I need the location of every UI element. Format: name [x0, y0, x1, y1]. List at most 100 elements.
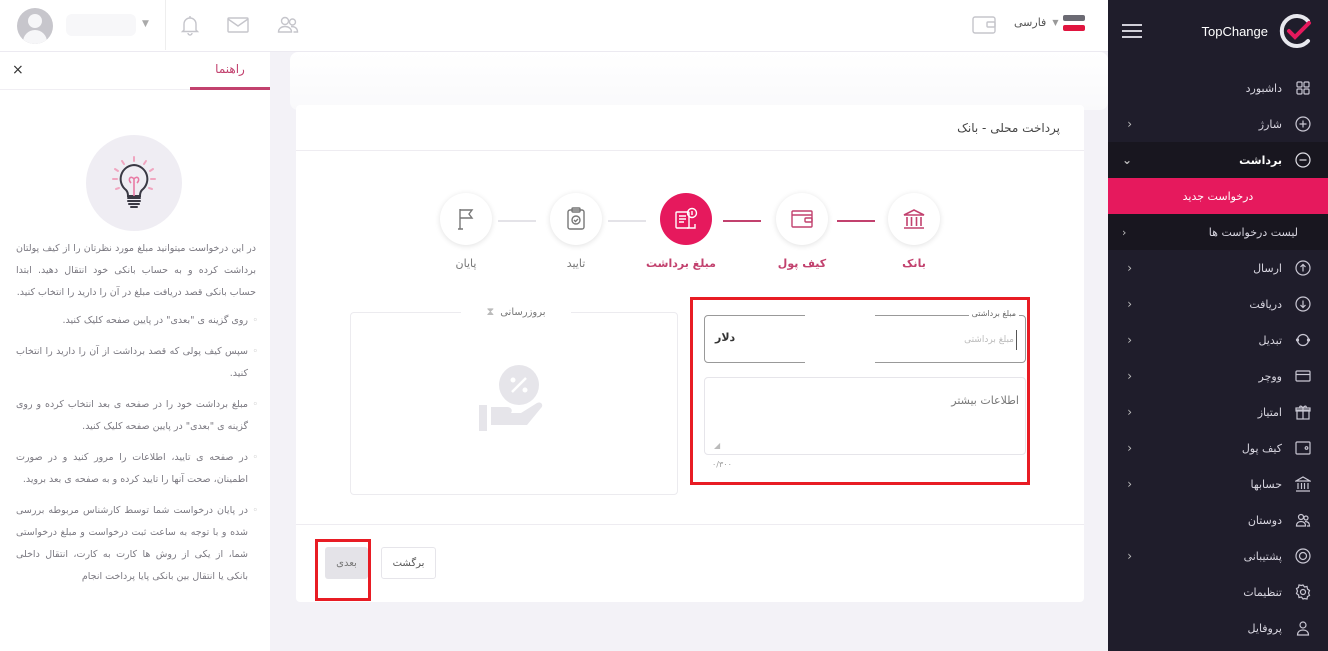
step-connector	[837, 220, 875, 222]
sidebar-menu: داشبورد شارژ ‹ برداشت ⌄ درخواست جدید لیس…	[1108, 70, 1328, 646]
resize-handle-icon[interactable]: ◢	[714, 441, 720, 450]
progress-stepper: پایان تایید مبلغ برداشت کیف پول بانک	[436, 193, 956, 273]
user-menu-caret-icon[interactable]: ▼	[142, 19, 149, 29]
help-step: در صفحه ی تایید، اطلاعات را مرور کنید و …	[16, 447, 258, 491]
user-avatar[interactable]	[17, 8, 53, 44]
amount-form: مبلغ برداشتی دلار ◢ ۰/۳۰۰	[702, 309, 1027, 482]
chevron-left-icon: ‹	[1122, 225, 1127, 239]
sidebar-item-receive[interactable]: دریافت ‹	[1108, 286, 1328, 322]
sidebar-item-label: تبدیل	[1258, 333, 1282, 347]
language-selector[interactable]: ▼ فارسی	[1014, 16, 1058, 29]
wallet-icon[interactable]	[972, 15, 996, 35]
sidebar-item-label: ووچر	[1258, 369, 1283, 383]
sidebar-item-label: تنظیمات	[1243, 585, 1282, 599]
step-connector	[608, 220, 646, 222]
sidebar-item-withdraw[interactable]: برداشت ⌄	[1108, 142, 1328, 178]
sidebar-subitem-request-list[interactable]: لیست درخواست ها ‹	[1108, 214, 1328, 250]
refresh-label: بروزرسانی	[500, 306, 546, 318]
divider	[165, 0, 166, 50]
close-icon[interactable]: ×	[12, 62, 24, 78]
logo-icon	[1278, 13, 1314, 49]
sidebar-item-label: لیست درخواست ها	[1208, 225, 1298, 239]
flag-icon[interactable]	[1063, 15, 1085, 35]
chevron-left-icon: ‹	[1127, 405, 1132, 419]
help-step: روی گزینه ی "بعدی" در پایین صفحه کلیک کن…	[16, 310, 258, 332]
sidebar-item-accounts[interactable]: حسابها ‹	[1108, 466, 1328, 502]
hourglass-icon: ⧗	[486, 305, 495, 318]
step-label: پایان	[455, 257, 477, 270]
amount-field: مبلغ برداشتی دلار	[704, 309, 1026, 367]
step-label: مبلغ برداشت	[646, 257, 716, 270]
language-caret-icon: ▼	[1052, 18, 1059, 27]
sidebar-item-voucher[interactable]: ووچر ‹	[1108, 358, 1328, 394]
currency-label: دلار	[715, 331, 736, 344]
refresh-button[interactable]: بروزرسانی ⧗	[461, 305, 571, 319]
help-steps-list: روی گزینه ی "بعدی" در پایین صفحه کلیک کن…	[16, 310, 258, 588]
users-icon[interactable]	[276, 13, 300, 37]
exchange-icon	[1294, 331, 1312, 349]
sidebar-item-profile[interactable]: پروفایل	[1108, 610, 1328, 646]
sidebar-subitem-new-request[interactable]: درخواست جدید	[1108, 178, 1328, 214]
step-bank[interactable]: بانک	[884, 193, 944, 270]
step-finish[interactable]: پایان	[436, 193, 496, 270]
step-label: تایید	[566, 257, 586, 270]
logo[interactable]: TopChange	[1202, 13, 1315, 49]
app-root: ▼ ▼ فارسی راهنما × در این درخواست میتوان…	[0, 0, 1328, 651]
chevron-left-icon: ‹	[1127, 477, 1132, 491]
sidebar-item-label: شارژ	[1258, 117, 1282, 131]
withdraw-card: پرداخت محلی - بانک پایان تایید مبلغ بردا…	[296, 105, 1084, 602]
chevron-left-icon: ‹	[1127, 117, 1132, 131]
chevron-left-icon: ‹	[1127, 369, 1132, 383]
notes-textarea[interactable]	[704, 377, 1026, 455]
sidebar-item-label: حسابها	[1250, 477, 1282, 491]
gift-icon	[1294, 403, 1312, 421]
sidebar-item-points[interactable]: امتیاز ‹	[1108, 394, 1328, 430]
sidebar-item-charge[interactable]: شارژ ‹	[1108, 106, 1328, 142]
sidebar-item-label: ارسال	[1253, 261, 1282, 275]
step-connector	[723, 220, 761, 222]
back-button[interactable]: برگشت	[381, 547, 436, 579]
sidebar-header: TopChange	[1108, 0, 1328, 62]
step-confirm[interactable]: تایید	[546, 193, 606, 270]
step-connector	[498, 220, 536, 222]
step-wallet[interactable]: کیف پول	[772, 193, 832, 270]
money-document-icon	[660, 193, 712, 245]
sidebar-item-dashboard[interactable]: داشبورد	[1108, 70, 1328, 106]
sidebar-item-friends[interactable]: دوستان	[1108, 502, 1328, 538]
menu-toggle-icon[interactable]	[1122, 24, 1142, 38]
bell-icon[interactable]	[178, 13, 202, 37]
mail-icon[interactable]	[226, 13, 250, 37]
redacted-region	[805, 312, 875, 367]
flag-icon	[440, 193, 492, 245]
next-button[interactable]: بعدی	[325, 547, 368, 579]
step-label: بانک	[902, 257, 926, 270]
step-amount[interactable]: مبلغ برداشت	[646, 193, 716, 270]
sidebar-item-exchange[interactable]: تبدیل ‹	[1108, 322, 1328, 358]
bank-icon	[888, 193, 940, 245]
sidebar-item-settings[interactable]: تنظیمات	[1108, 574, 1328, 610]
username-redacted[interactable]	[66, 14, 136, 36]
card-footer: بعدی برگشت	[296, 524, 1084, 602]
dashboard-icon	[1294, 79, 1312, 97]
sidebar-item-send[interactable]: ارسال ‹	[1108, 250, 1328, 286]
sidebar-item-label: دریافت	[1249, 297, 1282, 311]
users-icon	[1294, 511, 1312, 529]
amount-label: مبلغ برداشتی	[968, 309, 1019, 318]
gear-icon	[1294, 583, 1312, 601]
sidebar-item-label: پروفایل	[1247, 621, 1282, 635]
sidebar-item-support[interactable]: پشتیبانی ‹	[1108, 538, 1328, 574]
chevron-left-icon: ‹	[1127, 333, 1132, 347]
page-header-blank	[290, 52, 1108, 110]
rate-box: بروزرسانی ⧗	[350, 305, 678, 495]
user-icon	[1294, 619, 1312, 637]
card-icon	[1294, 367, 1312, 385]
page-title: پرداخت محلی - بانک	[296, 105, 1084, 151]
bank-icon	[1294, 475, 1312, 493]
help-step: مبلغ برداشت خود را در صفحه ی بعد انتخاب …	[16, 394, 258, 438]
lightbulb-icon	[86, 135, 182, 231]
sidebar-item-wallet[interactable]: کیف پول ‹	[1108, 430, 1328, 466]
tab-guide[interactable]: راهنما	[190, 52, 270, 90]
clipboard-check-icon	[550, 193, 602, 245]
brand-name: TopChange	[1201, 23, 1269, 39]
help-intro: در این درخواست میتوانید مبلغ مورد نظرتان…	[16, 243, 256, 298]
